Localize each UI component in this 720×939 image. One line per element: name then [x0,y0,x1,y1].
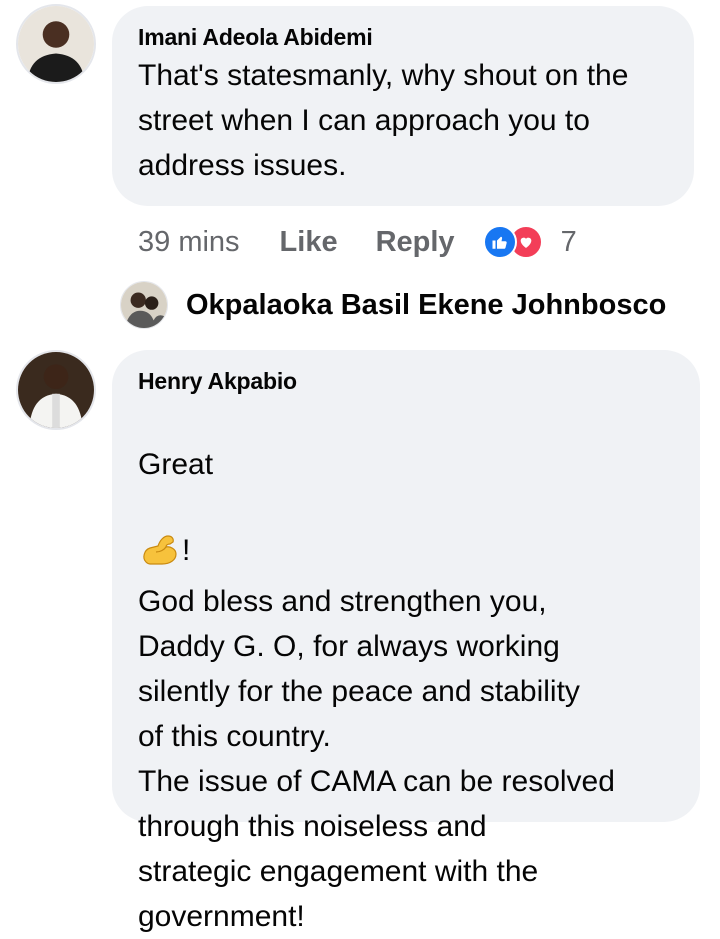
reaction-summary[interactable]: 7 [482,225,577,259]
person-avatar-icon [18,352,94,428]
reply-author[interactable]: Okpalaoka Basil Ekene Johnbosco [186,289,666,322]
like-icon [482,225,517,259]
comment-text-exclaim: ! [182,534,191,567]
flexed-biceps-icon [140,487,180,579]
comment-timestamp[interactable]: 39 mins [138,226,240,259]
group-photo-icon [121,282,167,328]
comment-text-first-line: Great ! [138,397,674,579]
commenter-avatar[interactable] [16,350,96,430]
person-avatar-icon [18,6,94,82]
comment-text: That's statesmanly, why shout on the str… [138,59,629,182]
comment-actions: 39 mins Like Reply 7 [138,220,577,264]
comment-author[interactable]: Henry Akpabio [138,368,674,395]
comment-bubble: Imani Adeola Abidemi That's statesmanly,… [112,6,694,206]
like-button[interactable]: Like [280,226,338,259]
comment-text-great: Great [138,448,214,481]
reply-preview[interactable]: Okpalaoka Basil Ekene Johnbosco [120,280,666,330]
reply-button[interactable]: Reply [376,226,455,259]
comment-author[interactable]: Imani Adeola Abidemi [138,24,668,51]
commenter-avatar[interactable] [16,4,96,84]
comment-bubble: Henry Akpabio Great ! God bless and stre… [112,350,700,933]
comment-text: God bless and strengthen you, Daddy G. O… [138,585,615,933]
reply-avatar [120,281,168,329]
reaction-count: 7 [560,225,577,258]
